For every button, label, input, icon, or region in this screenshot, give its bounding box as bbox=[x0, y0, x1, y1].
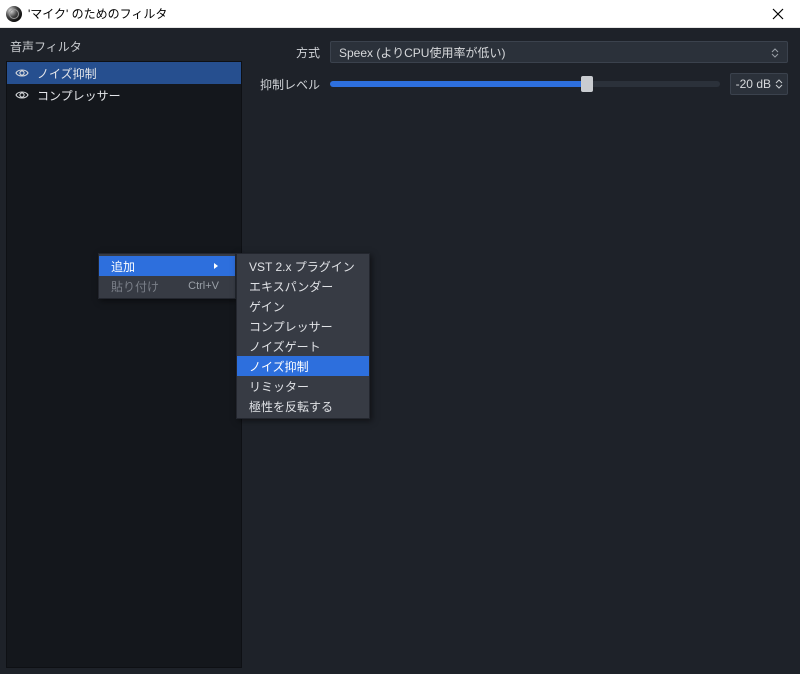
method-label: 方式 bbox=[254, 44, 320, 61]
spinbox-arrows-icon[interactable] bbox=[775, 79, 783, 89]
submenu-item-noise-suppression[interactable]: ノイズ抑制 bbox=[237, 356, 369, 376]
audio-filters-header: 音声フィルタ bbox=[6, 34, 242, 61]
filter-item-compressor[interactable]: コンプレッサー bbox=[7, 84, 241, 106]
slider-thumb[interactable] bbox=[581, 76, 593, 92]
window-close-button[interactable] bbox=[756, 0, 800, 28]
filter-list[interactable]: ノイズ抑制 コンプレッサー bbox=[6, 61, 242, 668]
suppression-spinbox[interactable]: -20 dB bbox=[730, 73, 788, 95]
submenu-item-invert-polarity[interactable]: 極性を反転する bbox=[237, 396, 369, 416]
filter-item-label: ノイズ抑制 bbox=[37, 65, 97, 82]
submenu-item-gain[interactable]: ゲイン bbox=[237, 296, 369, 316]
visibility-icon[interactable] bbox=[15, 90, 29, 100]
submenu-arrow-icon bbox=[189, 262, 219, 270]
method-combobox[interactable]: Speex (よりCPU使用率が低い) bbox=[330, 41, 788, 63]
menu-item-label: 追加 bbox=[111, 258, 135, 275]
suppression-slider[interactable] bbox=[330, 81, 720, 87]
menu-item-shortcut: Ctrl+V bbox=[164, 280, 219, 292]
submenu-item-noise-gate[interactable]: ノイズゲート bbox=[237, 336, 369, 356]
menu-item-label: 極性を反転する bbox=[249, 398, 333, 415]
suppression-value: -20 dB bbox=[736, 77, 771, 91]
menu-item-label: リミッター bbox=[249, 378, 309, 395]
suppression-label: 抑制レベル bbox=[254, 76, 320, 93]
property-row-suppression: 抑制レベル -20 dB bbox=[254, 72, 788, 96]
context-menu[interactable]: 追加 貼り付け Ctrl+V bbox=[98, 253, 236, 299]
filters-dialog: 'マイク' のためのフィルタ 音声フィルタ ノイズ抑制 コンプレ bbox=[0, 0, 800, 674]
menu-item-label: コンプレッサー bbox=[249, 318, 333, 335]
audio-filters-panel: 音声フィルタ ノイズ抑制 コンプレッサー bbox=[6, 34, 242, 668]
menu-item-label: VST 2.x プラグイン bbox=[249, 258, 355, 275]
method-value: Speex (よりCPU使用率が低い) bbox=[339, 44, 505, 61]
menu-item-label: エキスパンダー bbox=[249, 278, 333, 295]
menu-item-label: ノイズ抑制 bbox=[249, 358, 309, 375]
slider-fill bbox=[330, 81, 587, 87]
filter-item-label: コンプレッサー bbox=[37, 87, 121, 104]
window-title: 'マイク' のためのフィルタ bbox=[28, 5, 756, 22]
add-filter-submenu[interactable]: VST 2.x プラグイン エキスパンダー ゲイン コンプレッサー ノイズゲート… bbox=[236, 253, 370, 419]
submenu-item-vst[interactable]: VST 2.x プラグイン bbox=[237, 256, 369, 276]
client-area: 音声フィルタ ノイズ抑制 コンプレッサー 方式 bbox=[0, 28, 800, 674]
submenu-item-limiter[interactable]: リミッター bbox=[237, 376, 369, 396]
filter-item-noise-suppression[interactable]: ノイズ抑制 bbox=[7, 62, 241, 84]
visibility-icon[interactable] bbox=[15, 68, 29, 78]
titlebar: 'マイク' のためのフィルタ bbox=[0, 0, 800, 28]
menu-item-paste: 貼り付け Ctrl+V bbox=[99, 276, 235, 296]
obs-app-icon bbox=[6, 6, 22, 22]
close-icon bbox=[772, 8, 784, 20]
menu-item-label: ゲイン bbox=[249, 298, 285, 315]
submenu-item-expander[interactable]: エキスパンダー bbox=[237, 276, 369, 296]
menu-item-label: 貼り付け bbox=[111, 278, 159, 295]
menu-item-add[interactable]: 追加 bbox=[99, 256, 235, 276]
property-row-method: 方式 Speex (よりCPU使用率が低い) bbox=[254, 40, 788, 64]
menu-item-label: ノイズゲート bbox=[249, 338, 321, 355]
submenu-item-compressor[interactable]: コンプレッサー bbox=[237, 316, 369, 336]
combobox-arrows-icon bbox=[767, 44, 783, 62]
